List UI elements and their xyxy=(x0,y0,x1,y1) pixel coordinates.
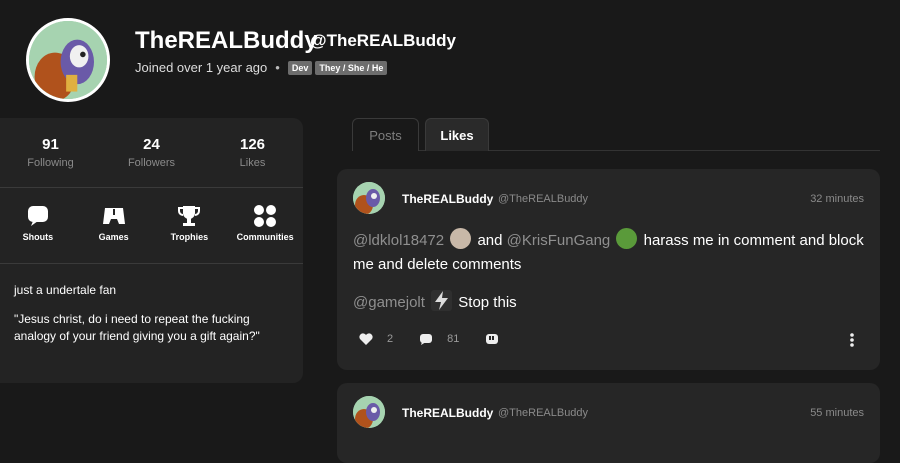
bio-quote: "Jesus christ, do i need to repeat the f… xyxy=(14,312,260,343)
more-options-icon[interactable] xyxy=(850,333,854,352)
tab-posts[interactable]: Posts xyxy=(352,118,419,151)
profile-tabs: Posts Likes xyxy=(352,118,880,151)
separator-dot: • xyxy=(275,60,280,75)
post-timestamp[interactable]: 55 minutes xyxy=(810,407,864,419)
profile-meta: Joined over 1 year ago • Dev They / She … xyxy=(135,60,390,75)
user-avatar-icon xyxy=(450,228,472,249)
post-card: TheREALBuddy @TheREALBuddy 32 minutes @l… xyxy=(337,169,880,370)
post-body: @ldklol18472 and @KrisFunGang harass me … xyxy=(353,228,868,277)
heart-icon xyxy=(359,332,373,345)
mention-link[interactable]: @gamejolt xyxy=(353,294,425,311)
stat-value: 91 xyxy=(42,136,59,153)
tab-likes[interactable]: Likes xyxy=(425,118,489,151)
post-actions: 2 81 xyxy=(359,332,525,346)
followers-stat[interactable]: 24 Followers xyxy=(101,118,202,187)
shouts-link[interactable]: Shouts xyxy=(0,202,76,263)
post-author-name[interactable]: TheREALBuddy xyxy=(402,406,493,420)
gamepad-icon xyxy=(76,202,152,230)
following-stat[interactable]: 91 Following xyxy=(0,118,101,187)
like-button[interactable]: 2 xyxy=(359,332,394,346)
mention-link[interactable]: @ldklol18472 xyxy=(353,232,444,249)
mention-link[interactable]: @KrisFunGang xyxy=(507,232,611,249)
stat-value: 126 xyxy=(239,136,266,153)
communities-link[interactable]: Communities xyxy=(227,202,303,263)
trophies-link[interactable]: Trophies xyxy=(152,202,228,263)
games-link[interactable]: Games xyxy=(76,202,152,263)
post-body-line: @gamejolt Stop this xyxy=(353,290,517,311)
comment-icon xyxy=(420,333,433,345)
stat-label: Likes xyxy=(239,157,266,169)
gamejolt-logo-icon xyxy=(431,290,453,311)
link-label: Shouts xyxy=(22,232,54,242)
joined-date: Joined over 1 year ago xyxy=(135,60,268,75)
user-avatar-icon xyxy=(616,228,638,249)
post-author-name[interactable]: TheREALBuddy xyxy=(402,192,493,206)
profile-header: TheREALBuddy @TheREALBuddy Joined over 1… xyxy=(0,0,900,110)
username-handle: @TheREALBuddy xyxy=(310,31,456,50)
comment-button[interactable]: 81 xyxy=(419,333,459,346)
profile-avatar[interactable] xyxy=(26,18,110,102)
profile-links: Shouts Games Trophies Communities xyxy=(0,188,303,264)
grid-dots-icon xyxy=(227,202,303,230)
display-name: TheREALBuddy xyxy=(135,27,318,54)
likes-stat[interactable]: 126 Likes xyxy=(202,118,303,187)
link-label: Trophies xyxy=(170,232,209,242)
stats-row: 91 Following 24 Followers 126 Likes xyxy=(0,118,303,188)
post-card: TheREALBuddy @TheREALBuddy 55 minutes xyxy=(337,383,880,463)
post-author-handle[interactable]: @TheREALBuddy xyxy=(498,193,588,205)
post-text: and xyxy=(477,232,503,249)
stat-label: Followers xyxy=(127,157,176,169)
post-text: Stop this xyxy=(458,294,517,311)
bio-line: just a undertale fan xyxy=(14,283,117,297)
post-author-avatar[interactable] xyxy=(353,396,385,428)
dev-tag: Dev xyxy=(287,60,313,75)
post-author-handle[interactable]: @TheREALBuddy xyxy=(498,407,588,419)
post-author-avatar[interactable] xyxy=(353,182,385,214)
stat-label: Following xyxy=(27,157,74,169)
link-label: Communities xyxy=(236,232,294,242)
stat-value: 24 xyxy=(143,136,160,153)
trophy-icon xyxy=(152,202,228,230)
link-label: Games xyxy=(98,232,129,242)
chat-bubble-icon xyxy=(0,202,76,230)
profile-bio: just a undertale fan "Jesus christ, do i… xyxy=(0,264,303,375)
share-button[interactable] xyxy=(485,332,499,346)
fist-bump-icon xyxy=(486,334,499,344)
pronouns-tag: They / She / He xyxy=(315,60,388,75)
post-timestamp[interactable]: 32 minutes xyxy=(810,193,864,205)
comment-count: 81 xyxy=(447,333,460,345)
like-count: 2 xyxy=(387,333,394,345)
profile-sidebar: 91 Following 24 Followers 126 Likes Shou… xyxy=(0,118,303,383)
